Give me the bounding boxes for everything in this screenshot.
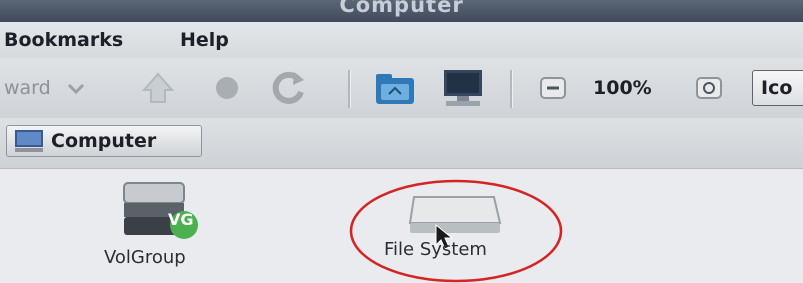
breadcrumb-label: Computer (51, 130, 157, 152)
computer-button[interactable] (440, 68, 486, 108)
zoom-level: 100% (593, 77, 652, 99)
home-folder-icon (376, 74, 414, 104)
view-mode-label: Ico (761, 77, 793, 99)
stop-button[interactable] (212, 68, 242, 108)
toolbar-separator (510, 70, 513, 108)
zoom-in-button[interactable] (694, 68, 724, 108)
vg-badge: VG (168, 210, 194, 229)
zoom-out-button[interactable] (538, 68, 568, 108)
up-arrow-icon (141, 72, 175, 103)
chevron-down-icon (67, 83, 84, 95)
menu-bar: Bookmarks Help (0, 22, 803, 58)
view-mode-select[interactable]: Ico (752, 70, 803, 106)
forward-label: ward (4, 77, 51, 99)
stop-icon (216, 77, 238, 99)
content-area: VG VolGroup File System (0, 169, 803, 283)
breadcrumb-computer[interactable]: Computer (6, 125, 202, 157)
reload-icon (272, 71, 304, 104)
menu-help[interactable]: Help (180, 29, 229, 51)
volgroup-label: VolGroup (104, 247, 186, 268)
list-item[interactable]: VG VolGroup (100, 177, 230, 277)
home-folder-button[interactable] (374, 68, 416, 108)
toolbar-separator (348, 70, 351, 108)
zoom-in-icon (696, 77, 722, 99)
reload-button[interactable] (268, 68, 308, 108)
menu-bookmarks[interactable]: Bookmarks (4, 29, 123, 51)
zoom-out-icon (540, 77, 566, 99)
computer-icon (444, 70, 482, 106)
title-bar: Computer (0, 0, 803, 22)
window-title: Computer (339, 0, 464, 17)
list-item[interactable]: File System (380, 177, 540, 277)
forward-button[interactable]: ward (0, 68, 87, 108)
toolbar: ward 100% Ico (0, 58, 803, 118)
location-bar: Computer (0, 118, 803, 169)
home-button[interactable] (140, 68, 176, 108)
computer-icon (15, 130, 43, 152)
file-system-label: File System (384, 239, 487, 260)
